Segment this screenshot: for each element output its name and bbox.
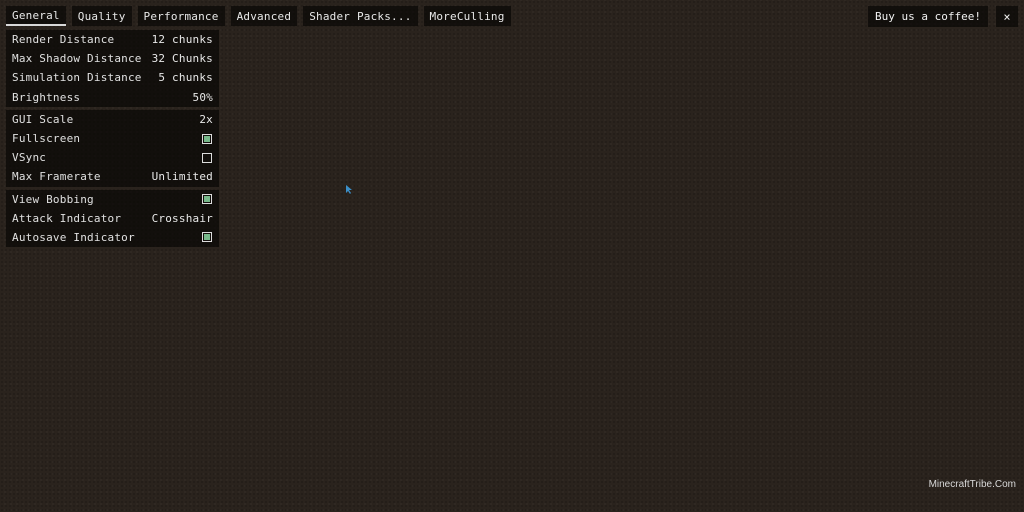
fullscreen-checkbox[interactable] (202, 133, 212, 144)
setting-label: Attack Indicator (12, 211, 122, 225)
setting-attack-indicator[interactable]: Attack Indicator Crosshair (6, 209, 219, 228)
setting-value: 5 chunks (158, 71, 213, 85)
buy-coffee-button[interactable]: Buy us a coffee! (868, 6, 988, 27)
setting-label: VSync (12, 151, 47, 165)
settings-group-misc: View Bobbing Attack Indicator Crosshair … (6, 189, 219, 248)
vsync-checkbox[interactable] (202, 152, 212, 163)
setting-autosave-indicator[interactable]: Autosave Indicator (6, 228, 219, 247)
setting-max-shadow-distance[interactable]: Max Shadow Distance 32 Chunks (6, 49, 219, 68)
view-bobbing-checkbox[interactable] (202, 194, 212, 205)
settings-group-view: Render Distance 12 chunks Max Shadow Dis… (6, 30, 219, 107)
tab-moreculling[interactable]: MoreCulling (423, 6, 511, 26)
tab-advanced[interactable]: Advanced (230, 6, 298, 26)
tab-bar: General Quality Performance Advanced Sha… (6, 6, 511, 26)
watermark: MinecraftTribe.Com (928, 479, 1016, 490)
tab-performance[interactable]: Performance (137, 6, 225, 26)
setting-simulation-distance[interactable]: Simulation Distance 5 chunks (6, 68, 219, 87)
setting-view-bobbing[interactable]: View Bobbing (6, 190, 219, 209)
mouse-cursor-icon (346, 185, 352, 194)
setting-label: Max Framerate (12, 170, 101, 184)
setting-value: Unlimited (151, 170, 213, 184)
setting-label: View Bobbing (12, 192, 94, 206)
setting-value: Crosshair (151, 211, 213, 225)
setting-max-framerate[interactable]: Max Framerate Unlimited (6, 167, 219, 186)
setting-label: Brightness (12, 90, 81, 104)
tab-shader-packs[interactable]: Shader Packs... (303, 6, 418, 26)
setting-label: Render Distance (12, 33, 115, 47)
setting-label: Fullscreen (12, 132, 81, 146)
settings-group-display: GUI Scale 2x Fullscreen VSync Max Framer… (6, 109, 219, 187)
close-button[interactable]: × (996, 6, 1018, 27)
settings-panel: Render Distance 12 chunks Max Shadow Dis… (6, 30, 219, 250)
setting-value: 2x (199, 112, 213, 126)
tab-quality[interactable]: Quality (71, 6, 132, 26)
setting-value: 50% (192, 90, 213, 104)
close-icon: × (1003, 9, 1011, 24)
setting-fullscreen[interactable]: Fullscreen (6, 129, 219, 148)
setting-label: Simulation Distance (12, 71, 142, 85)
autosave-indicator-checkbox[interactable] (202, 232, 212, 243)
setting-label: Autosave Indicator (12, 230, 135, 244)
setting-value: 12 chunks (151, 33, 213, 47)
setting-gui-scale[interactable]: GUI Scale 2x (6, 110, 219, 129)
setting-label: GUI Scale (12, 112, 74, 126)
setting-brightness[interactable]: Brightness 50% (6, 88, 219, 107)
setting-value: 32 Chunks (151, 52, 213, 66)
setting-label: Max Shadow Distance (12, 52, 142, 66)
setting-vsync[interactable]: VSync (6, 148, 219, 167)
setting-render-distance[interactable]: Render Distance 12 chunks (6, 30, 219, 49)
tab-general[interactable]: General (6, 6, 66, 26)
